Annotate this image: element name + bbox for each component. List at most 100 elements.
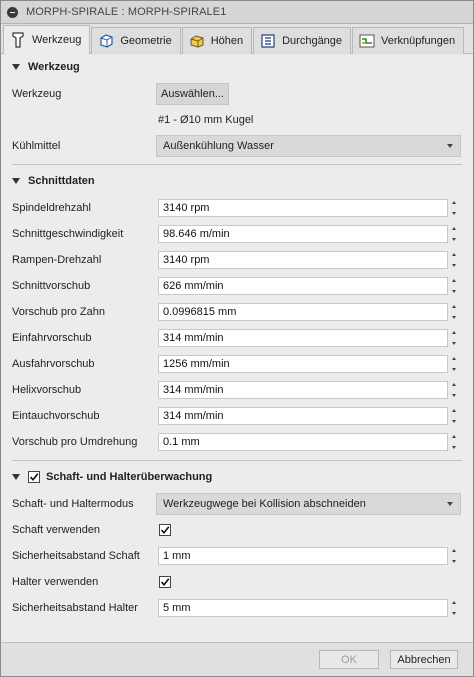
cutting-row-feed-per-rev: Vorschub pro Umdrehung 0.1 mm: [2, 431, 472, 453]
section-header-schaft[interactable]: Schaft- und Halterüberwachung: [2, 465, 472, 489]
tool-label: Werkzeug: [12, 88, 62, 100]
surface-speed-input[interactable]: 98.646 m/min: [158, 225, 448, 243]
tool-name-row: #1 - Ø10 mm Kugel: [2, 109, 472, 131]
field-label: Spindeldrehzahl: [12, 202, 91, 214]
spin-down-icon[interactable]: [452, 316, 456, 319]
spin-down-icon[interactable]: [452, 238, 456, 241]
dialog-footer: OK Abbrechen: [1, 642, 473, 676]
collapse-triangle-icon: [12, 178, 20, 184]
spin-down-icon[interactable]: [452, 560, 456, 563]
holder-clearance-row: Sicherheitsabstand Halter 5 mm: [2, 597, 472, 619]
shaft-clearance-label: Sicherheitsabstand Schaft: [12, 550, 140, 562]
field-label: Vorschub pro Umdrehung: [12, 436, 138, 448]
spindle-speed-input[interactable]: 3140 rpm: [158, 199, 448, 217]
spinner[interactable]: [450, 303, 458, 321]
spin-down-icon[interactable]: [452, 394, 456, 397]
spin-up-icon[interactable]: [452, 279, 456, 282]
shaft-mode-value: Werkzeugwege bei Kollision abschneiden: [163, 498, 366, 510]
coolant-value: Außenkühlung Wasser: [163, 140, 274, 152]
divider: [12, 164, 462, 165]
spin-up-icon[interactable]: [452, 409, 456, 412]
field-label: Einfahrvorschub: [12, 332, 92, 344]
spinner[interactable]: [450, 599, 458, 617]
shaft-holder-enable-checkbox[interactable]: [28, 471, 40, 483]
spin-up-icon[interactable]: [452, 357, 456, 360]
tab-label: Verknüpfungen: [381, 35, 456, 47]
plunge-feed-input[interactable]: 314 mm/min: [158, 407, 448, 425]
tool-row: Werkzeug Auswählen...: [2, 83, 472, 105]
spinner[interactable]: [450, 381, 458, 399]
select-tool-button[interactable]: Auswählen...: [156, 83, 229, 105]
spinner[interactable]: [450, 251, 458, 269]
spin-down-icon[interactable]: [452, 446, 456, 449]
spin-up-icon[interactable]: [452, 227, 456, 230]
spinner[interactable]: [450, 407, 458, 425]
shaft-clearance-input[interactable]: 1 mm: [158, 547, 448, 565]
spin-down-icon[interactable]: [452, 612, 456, 615]
ramp-speed-input[interactable]: 3140 rpm: [158, 251, 448, 269]
ok-button[interactable]: OK: [319, 650, 379, 669]
coolant-dropdown[interactable]: Außenkühlung Wasser: [156, 135, 461, 157]
cancel-button[interactable]: Abbrechen: [390, 650, 458, 669]
lead-out-feed-input[interactable]: 1256 mm/min: [158, 355, 448, 373]
spin-down-icon[interactable]: [452, 212, 456, 215]
spinner[interactable]: [450, 199, 458, 217]
tab-hoehen[interactable]: Höhen: [181, 27, 253, 54]
passes-icon: [261, 34, 275, 48]
divider: [12, 460, 462, 461]
tab-werkzeug[interactable]: Werkzeug: [3, 25, 91, 54]
spin-up-icon[interactable]: [452, 383, 456, 386]
spinner[interactable]: [450, 433, 458, 451]
feed-per-rev-input[interactable]: 0.1 mm: [158, 433, 448, 451]
use-shaft-label: Schaft verwenden: [12, 524, 101, 536]
feed-per-tooth-input[interactable]: 0.0996815 mm: [158, 303, 448, 321]
spin-up-icon[interactable]: [452, 201, 456, 204]
use-holder-checkbox[interactable]: [159, 576, 171, 588]
lead-in-feed-input[interactable]: 314 mm/min: [158, 329, 448, 347]
spin-down-icon[interactable]: [452, 342, 456, 345]
spinner[interactable]: [450, 225, 458, 243]
cutting-row-ramp-speed: Rampen-Drehzahl 3140 rpm: [2, 249, 472, 271]
shaft-clearance-row: Sicherheitsabstand Schaft 1 mm: [2, 545, 472, 567]
spin-up-icon[interactable]: [452, 305, 456, 308]
spin-up-icon[interactable]: [452, 253, 456, 256]
helix-feed-input[interactable]: 314 mm/min: [158, 381, 448, 399]
spinner[interactable]: [450, 547, 458, 565]
cutting-row-surface-speed: Schnittgeschwindigkeit 98.646 m/min: [2, 223, 472, 245]
use-holder-label: Halter verwenden: [12, 576, 99, 588]
spin-up-icon[interactable]: [452, 601, 456, 604]
spin-up-icon[interactable]: [452, 435, 456, 438]
spin-down-icon[interactable]: [452, 264, 456, 267]
heights-icon: [190, 35, 204, 48]
tab-durchgaenge[interactable]: Durchgänge: [253, 27, 352, 54]
spin-down-icon[interactable]: [452, 368, 456, 371]
field-label: Helixvorschub: [12, 384, 82, 396]
tool-icon: [12, 32, 24, 48]
tab-verknuepfungen[interactable]: Verknüpfungen: [352, 27, 465, 54]
cutting-feed-input[interactable]: 626 mm/min: [158, 277, 448, 295]
shaft-mode-dropdown[interactable]: Werkzeugwege bei Kollision abschneiden: [156, 493, 461, 515]
cutting-row-lead-in-feed: Einfahrvorschub 314 mm/min: [2, 327, 472, 349]
tab-geometrie[interactable]: Geometrie: [91, 27, 181, 54]
field-label: Schnittvorschub: [12, 280, 91, 292]
coolant-row: Kühlmittel Außenkühlung Wasser: [2, 135, 472, 157]
holder-clearance-input[interactable]: 5 mm: [158, 599, 448, 617]
title-bar: MORPH-SPIRALE : MORPH-SPIRALE1: [1, 1, 473, 24]
section-title: Werkzeug: [28, 61, 80, 73]
spinner[interactable]: [450, 277, 458, 295]
spin-up-icon[interactable]: [452, 549, 456, 552]
spinner[interactable]: [450, 329, 458, 347]
spin-down-icon[interactable]: [452, 420, 456, 423]
section-header-werkzeug[interactable]: Werkzeug: [2, 55, 472, 79]
use-shaft-checkbox[interactable]: [159, 524, 171, 536]
field-label: Schnittgeschwindigkeit: [12, 228, 124, 240]
spin-down-icon[interactable]: [452, 290, 456, 293]
collapse-icon[interactable]: [7, 6, 18, 18]
section-header-schnittdaten[interactable]: Schnittdaten: [2, 169, 472, 193]
tab-label: Durchgänge: [282, 35, 343, 47]
spin-up-icon[interactable]: [452, 331, 456, 334]
spinner[interactable]: [450, 355, 458, 373]
shaft-mode-row: Schaft- und Haltermodus Werkzeugwege bei…: [2, 493, 472, 515]
tab-label: Geometrie: [120, 35, 172, 47]
cutting-row-lead-out-feed: Ausfahrvorschub 1256 mm/min: [2, 353, 472, 375]
